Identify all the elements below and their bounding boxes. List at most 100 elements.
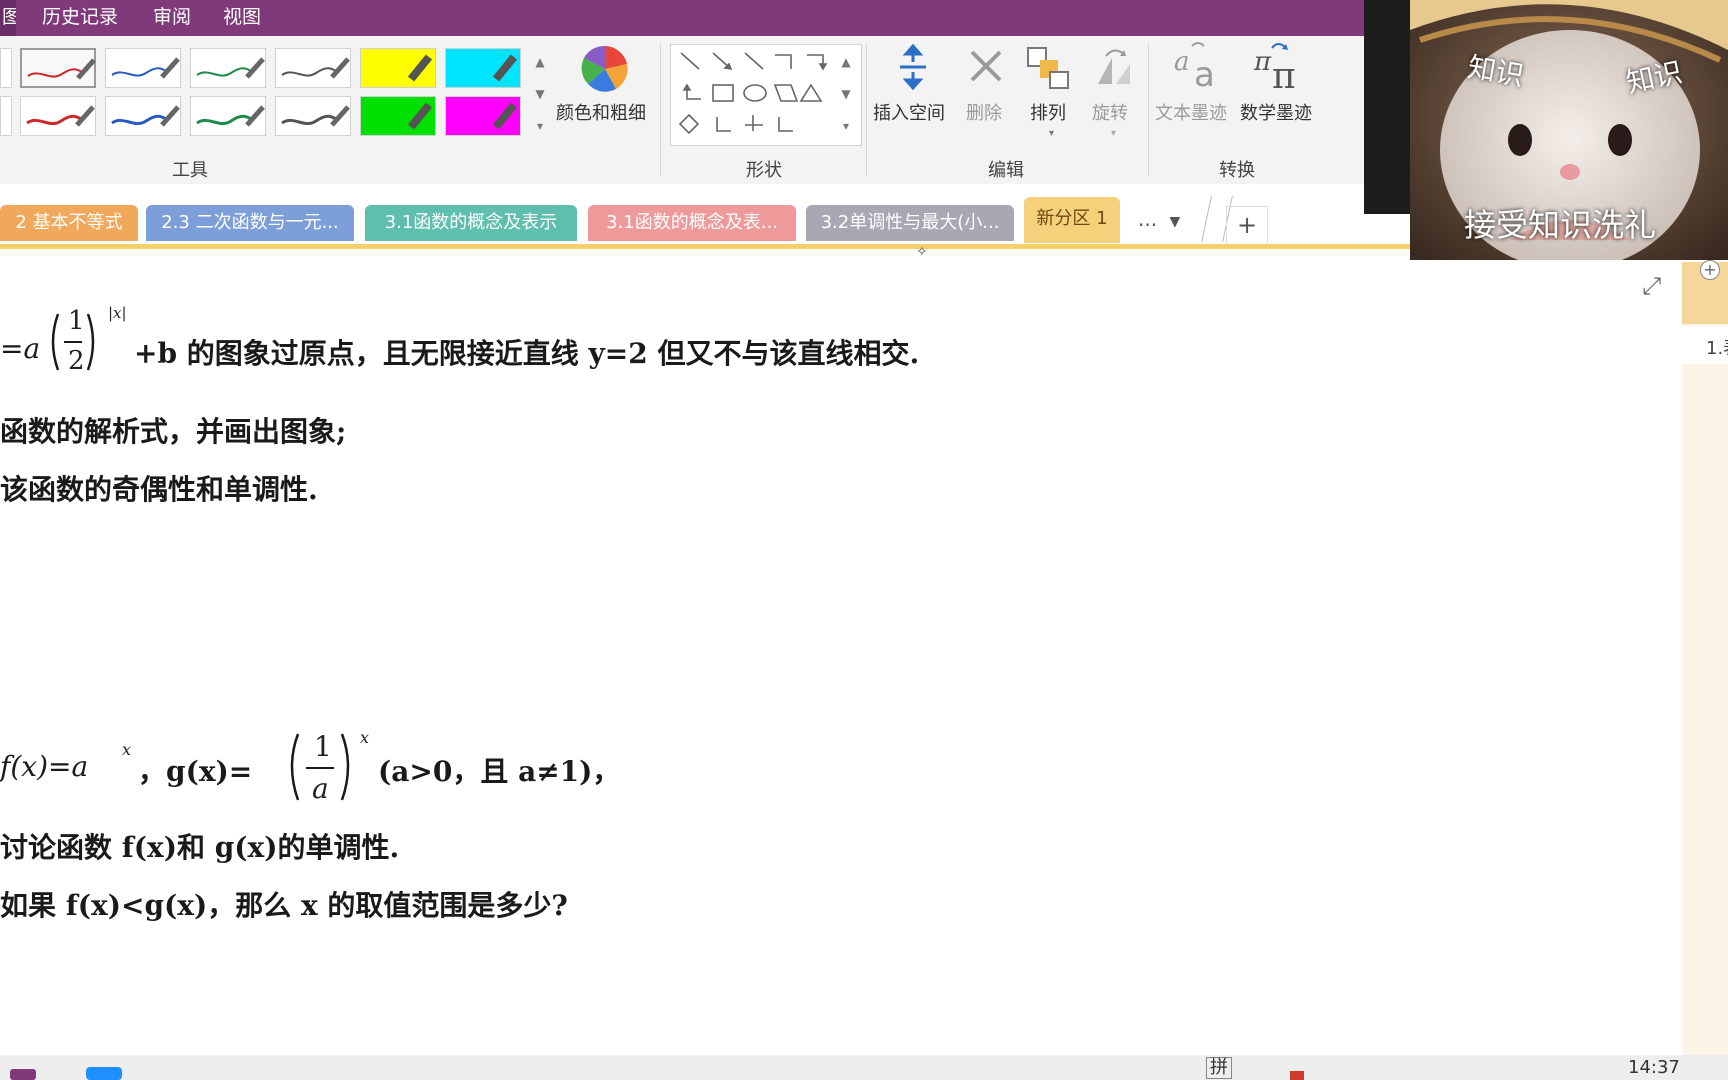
problem2-condition: (a>0，且 a≠1)，	[378, 755, 621, 788]
highlighter-cyan[interactable]	[445, 48, 521, 88]
highlighter-yellow[interactable]	[360, 48, 436, 88]
menu-bar: 图 历史记录 审阅 视图	[0, 0, 1364, 36]
webcam-feed: 知识 知识 接受知识洗礼	[1410, 0, 1728, 260]
tab-underline	[0, 244, 1410, 249]
add-section-button[interactable]: +	[1226, 206, 1268, 243]
plus-icon: +	[1236, 211, 1258, 239]
tab-function-concept[interactable]: 3.1函数的概念及表示	[365, 205, 577, 241]
tab-function-concept-2[interactable]: 3.1函数的概念及表...	[588, 205, 796, 241]
page-list-panel	[1682, 262, 1728, 1055]
tools-group-label: 工具	[172, 160, 208, 181]
fraction-numerator: 1	[68, 306, 85, 336]
group-separator	[1148, 44, 1149, 176]
delete-icon[interactable]	[966, 46, 1006, 86]
tab-monotonicity[interactable]: 3.2单调性与最大(小...	[806, 205, 1014, 241]
menu-history[interactable]: 历史记录	[42, 0, 118, 36]
rotate-label[interactable]: 旋转	[1092, 99, 1128, 125]
app-taskbar-icon[interactable]	[86, 1067, 122, 1080]
tab-quadratic-function[interactable]: 2.3 二次函数与一元...	[146, 205, 354, 241]
svg-text:a: a	[1194, 55, 1215, 92]
svg-text:π: π	[1253, 47, 1272, 77]
ink-to-text-label[interactable]: 文本墨迹	[1155, 99, 1227, 125]
page-list-item[interactable]: 1.表	[1682, 326, 1728, 364]
shapes-gallery[interactable]	[670, 44, 862, 146]
pen-blue-thick[interactable]	[105, 96, 181, 136]
chevron-down-icon: ▼	[1169, 214, 1181, 230]
shapes-scroll-up[interactable]: ▲	[838, 48, 854, 76]
math-text: =a	[0, 332, 41, 365]
pen-green-thin[interactable]	[190, 48, 266, 88]
pen-red-thin[interactable]	[20, 48, 96, 88]
highlighter-green[interactable]	[360, 96, 436, 136]
tab-more-button[interactable]: ... ▼	[1138, 207, 1180, 231]
shapes-group-label: 形状	[746, 160, 782, 181]
fraction-numerator: 1	[314, 730, 332, 763]
problem1-line1-rest: +b 的图象过原点，且无限接近直线 y=2 但又不与该直线相交.	[134, 337, 920, 370]
pen-red-thick[interactable]	[20, 96, 96, 136]
tray-icon[interactable]	[1290, 1071, 1304, 1080]
pens-scroll-down[interactable]: ▼	[532, 80, 548, 108]
problem2-line2: 讨论函数 f(x)和 g(x)的单调性.	[0, 831, 400, 864]
arrange-dropdown-icon[interactable]: ▾	[1049, 128, 1054, 139]
convert-group-label: 转换	[1219, 160, 1255, 181]
delete-label[interactable]: 删除	[966, 99, 1002, 125]
pen-partial[interactable]	[0, 48, 12, 88]
pen-green-thick[interactable]	[190, 96, 266, 136]
resize-handle-icon[interactable]: ✧	[916, 244, 928, 260]
fraction-denominator: a	[312, 772, 329, 805]
group-separator	[660, 44, 661, 176]
webcam-caption: 接受知识洗礼	[1464, 206, 1657, 244]
ribbon: ▲ ▼ ▾ 工具 颜色和粗细 ▲ ▼ ▾ 形状 插入空间 删除 排列 ▾ 旋转 …	[0, 36, 1364, 185]
problem1-line1: =a	[0, 332, 40, 365]
more-label: ...	[1138, 207, 1158, 231]
pen-blue-thin[interactable]	[105, 48, 181, 88]
add-page-icon[interactable]: +	[1700, 260, 1720, 280]
problem1-line3: 该函数的奇偶性和单调性.	[0, 473, 318, 506]
arrange-icon[interactable]	[1026, 44, 1070, 90]
menu-review[interactable]: 审阅	[153, 0, 191, 36]
exponent: x	[360, 728, 370, 747]
ink-to-math-icon[interactable]: ππ	[1252, 40, 1304, 97]
shapes-expand[interactable]: ▾	[838, 112, 854, 140]
arrange-label[interactable]: 排列	[1030, 99, 1066, 125]
clock: 14:37	[1628, 1057, 1680, 1078]
ime-indicator[interactable]: 拼	[1206, 1057, 1232, 1079]
tab-basic-inequality[interactable]: 2 基本不等式	[0, 205, 138, 241]
onenote-taskbar-icon[interactable]	[10, 1069, 36, 1080]
shapes-scroll-down[interactable]: ▼	[838, 80, 854, 108]
ink-to-text-icon[interactable]: aa	[1172, 40, 1222, 95]
svg-text:π: π	[1272, 56, 1296, 92]
pen-gray-thick[interactable]	[275, 96, 351, 136]
problem1-line2: 函数的解析式，并画出图象;	[0, 415, 347, 448]
tab-label: 新分区 1	[1036, 208, 1108, 229]
rotate-icon[interactable]	[1090, 44, 1136, 90]
color-thickness-label[interactable]: 颜色和粗细	[556, 99, 646, 125]
color-wheel-icon[interactable]	[580, 44, 630, 94]
svg-text:a: a	[1174, 47, 1190, 77]
pens-expand[interactable]: ▾	[532, 112, 548, 140]
insert-space-label[interactable]: 插入空间	[873, 99, 945, 125]
exponent: x	[122, 740, 132, 759]
taskbar: 拼 14:37	[0, 1055, 1728, 1080]
tab-label: 3.1函数的概念及表示	[384, 212, 558, 233]
tab-new-section[interactable]: 新分区 1	[1024, 197, 1120, 243]
expand-icon[interactable]: ⤢	[1642, 272, 1661, 300]
tab-label: 3.1函数的概念及表...	[606, 212, 778, 233]
highlighter-magenta[interactable]	[445, 96, 521, 136]
tab-label: 2.3 二次函数与一元...	[161, 212, 339, 233]
exponent: |x|	[108, 304, 127, 322]
problem2-line1: f(x)=a	[0, 750, 88, 783]
rotate-dropdown-icon[interactable]: ▾	[1111, 128, 1116, 139]
pen-gray-thin[interactable]	[275, 48, 351, 88]
insert-space-icon[interactable]	[896, 43, 930, 91]
edit-group-label: 编辑	[988, 160, 1024, 181]
group-separator	[866, 44, 867, 176]
pens-scroll-up[interactable]: ▲	[532, 48, 548, 76]
tab-label: 2 基本不等式	[15, 212, 123, 233]
pen-partial-2[interactable]	[0, 96, 12, 136]
page-title: 1.表	[1706, 338, 1728, 359]
ink-to-math-label[interactable]: 数学墨迹	[1240, 99, 1312, 125]
menu-view[interactable]: 视图	[223, 0, 261, 36]
math-text: f(x)=a	[0, 750, 89, 783]
menu-draw[interactable]: 图	[0, 0, 16, 36]
